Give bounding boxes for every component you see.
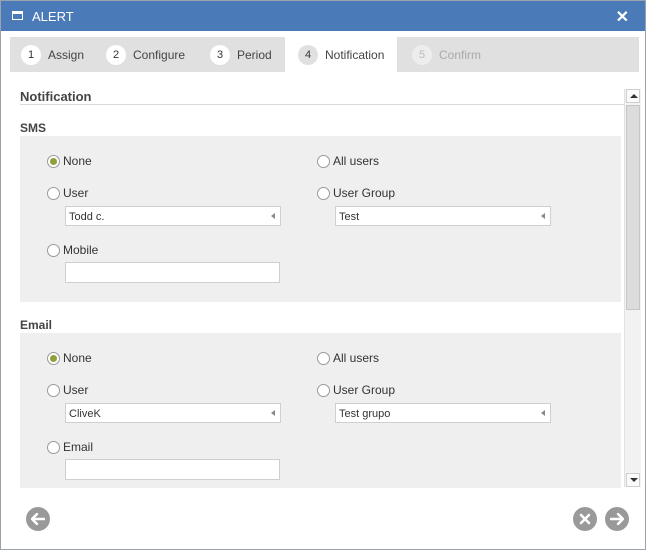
caret-left-icon <box>271 213 275 219</box>
email-user-group-radio[interactable]: User Group <box>317 383 395 397</box>
step-label: Assign <box>48 47 85 62</box>
email-user-select[interactable]: CliveK <box>65 403 281 423</box>
radio-label: User Group <box>333 186 396 200</box>
radio-dot <box>47 154 60 168</box>
step-number: 5 <box>412 44 432 65</box>
vertical-scrollbar[interactable] <box>624 89 641 487</box>
sms-none-radio[interactable]: None <box>47 154 92 168</box>
scrollbar-thumb[interactable] <box>626 105 640 310</box>
wizard-steps: 1 Assign 2 Configure 3 Period 4 Notifica… <box>10 37 639 72</box>
cross-icon <box>579 513 591 525</box>
scroll-up-icon[interactable] <box>626 89 640 103</box>
step-notification[interactable]: 4 Notification <box>285 37 398 72</box>
sms-label: SMS <box>20 121 47 135</box>
radio-dot <box>47 351 60 365</box>
sms-user-group-select[interactable]: Test <box>335 206 551 226</box>
step-confirm: 5 Confirm <box>412 37 481 72</box>
step-number: 1 <box>21 44 41 65</box>
radio-dot <box>317 351 330 365</box>
email-address-input[interactable] <box>65 459 280 480</box>
window-title: ALERT <box>32 9 74 24</box>
close-icon[interactable]: ✕ <box>616 7 629 27</box>
notification-scroll-area: Notification SMS None All users User Use… <box>10 85 624 488</box>
email-address-radio[interactable]: Email <box>47 440 93 454</box>
section-title: Notification <box>20 89 92 104</box>
radio-label: Mobile <box>63 243 99 257</box>
step-assign[interactable]: 1 Assign <box>21 37 84 72</box>
email-panel: None All users User User Group CliveK Te… <box>20 333 621 488</box>
radio-label: User <box>63 383 89 397</box>
sms-user-group-radio[interactable]: User Group <box>317 186 395 200</box>
step-configure[interactable]: 2 Configure <box>106 37 185 72</box>
step-label: Configure <box>133 47 186 62</box>
caret-left-icon <box>541 213 545 219</box>
radio-dot <box>47 243 60 257</box>
back-button[interactable] <box>26 507 50 531</box>
select-value: CliveK <box>69 408 101 420</box>
arrow-left-icon <box>31 513 45 525</box>
sms-mobile-input[interactable] <box>65 262 280 283</box>
scroll-down-icon[interactable] <box>626 473 640 487</box>
title-bar: ALERT ✕ <box>1 1 645 31</box>
radio-dot <box>317 186 330 200</box>
radio-dot <box>47 440 60 454</box>
step-number: 3 <box>210 44 230 65</box>
section-divider <box>20 104 624 105</box>
sms-all-users-radio[interactable]: All users <box>317 154 379 168</box>
radio-dot <box>317 383 330 397</box>
radio-label: All users <box>333 154 380 168</box>
sms-user-radio[interactable]: User <box>47 186 88 200</box>
select-value: Todd c. <box>69 211 105 223</box>
radio-label: User <box>63 186 89 200</box>
step-period[interactable]: 3 Period <box>210 37 272 72</box>
sms-user-select[interactable]: Todd c. <box>65 206 281 226</box>
step-label: Period <box>237 47 272 62</box>
email-all-users-radio[interactable]: All users <box>317 351 379 365</box>
email-none-radio[interactable]: None <box>47 351 92 365</box>
radio-label: All users <box>333 351 380 365</box>
caret-left-icon <box>541 410 545 416</box>
radio-dot <box>317 154 330 168</box>
radio-label: None <box>63 351 92 365</box>
radio-label: Email <box>63 440 94 454</box>
window-icon <box>12 11 23 20</box>
arrow-right-icon <box>610 513 624 525</box>
sms-mobile-radio[interactable]: Mobile <box>47 243 98 257</box>
alert-dialog: ALERT ✕ 1 Assign 2 Configure 3 Period 4 … <box>0 0 646 550</box>
select-value: Test <box>339 211 360 223</box>
step-number: 2 <box>106 44 126 65</box>
radio-dot <box>47 383 60 397</box>
step-number: 4 <box>298 44 318 65</box>
select-value: Test grupo <box>339 408 391 420</box>
radio-dot <box>47 186 60 200</box>
cancel-button[interactable] <box>573 507 597 531</box>
caret-left-icon <box>271 410 275 416</box>
step-label: Confirm <box>439 47 482 62</box>
radio-label: User Group <box>333 383 396 397</box>
sms-panel: None All users User User Group Todd c. T… <box>20 136 621 302</box>
radio-label: None <box>63 154 92 168</box>
email-user-radio[interactable]: User <box>47 383 88 397</box>
step-label: Notification <box>325 47 385 62</box>
next-button[interactable] <box>605 507 629 531</box>
email-user-group-select[interactable]: Test grupo <box>335 403 551 423</box>
email-label: Email <box>20 318 53 332</box>
